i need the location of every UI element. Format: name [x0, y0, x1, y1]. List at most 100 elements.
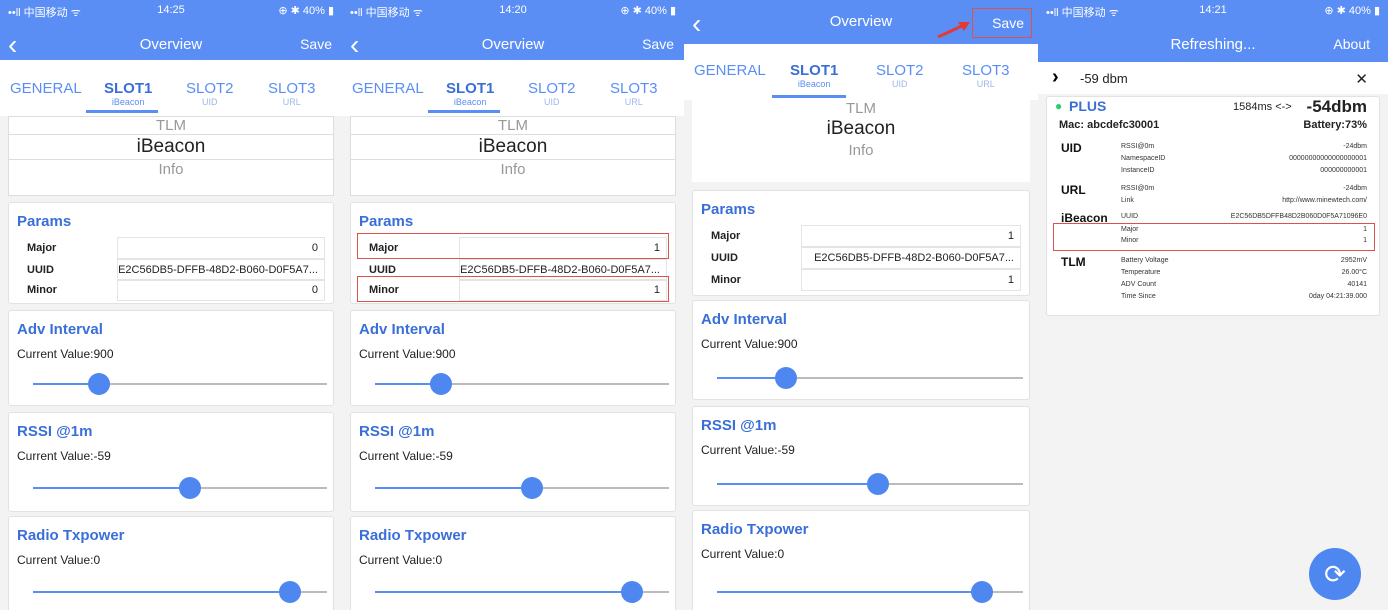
rssi-slider-fill [33, 487, 191, 489]
adv-slider-knob[interactable] [430, 373, 452, 395]
params-card: Params Major 0 UUID E2C56DB5-DFFB-48D2-B… [8, 202, 334, 304]
tab-label: SLOT1 [446, 80, 495, 97]
adv-interval-value: Current Value:900 [701, 337, 798, 351]
tab-general[interactable]: GENERAL [352, 80, 424, 97]
rssi-card: RSSI @1m Current Value:-59 [8, 412, 334, 512]
frame-option-ibeacon[interactable]: iBeacon [9, 135, 333, 160]
tab-slot1[interactable]: SLOT1 iBeacon [790, 62, 838, 89]
screen-4-scanner: ••ll 中国移动 ᯤ 14:21 ⊕ ✱ 40% ▮ Refreshing..… [1038, 0, 1388, 610]
tab-sublabel: iBeacon [797, 79, 831, 89]
tab-slot2[interactable]: SLOT2 UID [528, 80, 576, 107]
txpower-card: Radio Txpower Current Value:0 [8, 516, 334, 610]
rssi-title: RSSI @1m [359, 423, 435, 440]
rssi-slider-knob[interactable] [867, 473, 889, 495]
major-row: Major 0 [17, 237, 325, 259]
close-icon[interactable]: ✕ [1355, 70, 1368, 88]
uid-row-label: NamespaceID [1121, 155, 1166, 162]
battery-indicator: ⊕ ✱ 40% ▮ [278, 5, 334, 17]
adv-interval-value: Current Value:900 [17, 347, 114, 361]
minor-field[interactable]: 0 [117, 279, 325, 301]
status-bar: ••ll 中国移动 ᯤ 14:25 ⊕ ✱ 40% ▮ [0, 0, 342, 20]
adv-slider-knob[interactable] [88, 373, 110, 395]
frame-option-tlm[interactable]: TLM [692, 100, 1030, 117]
about-button[interactable]: About [1333, 36, 1370, 52]
url-row-label: Link [1121, 197, 1134, 204]
filter-value: -59 dbm [1080, 71, 1128, 86]
rssi-value: Current Value:-59 [701, 443, 795, 457]
save-button[interactable]: Save [300, 36, 332, 52]
uuid-label: UUID [27, 264, 54, 276]
tab-sublabel: iBeacon [111, 97, 145, 107]
tab-slot3[interactable]: SLOT3 URL [268, 80, 316, 107]
battery-indicator: ⊕ ✱ 40% ▮ [1324, 5, 1380, 17]
tab-label: SLOT2 [186, 80, 234, 97]
status-bar: ••ll 中国移动 ᯤ 14:21 ⊕ ✱ 40% ▮ [1038, 0, 1388, 20]
frame-option-info[interactable]: Info [692, 141, 1030, 161]
save-button[interactable]: Save [642, 36, 674, 52]
params-title: Params [17, 213, 72, 230]
tx-slider-knob[interactable] [971, 581, 993, 603]
uuid-field[interactable]: E2C56DB5-DFFB-48D2-B060-D0F5A7... [801, 247, 1021, 269]
battery-level: Battery:73% [1303, 119, 1367, 131]
url-section-label: URL [1061, 183, 1086, 197]
device-rssi: -54dbm [1306, 97, 1367, 116]
uid-row-label: RSSI@0m [1121, 143, 1155, 150]
minor-field[interactable]: 1 [801, 269, 1021, 291]
tab-label: SLOT3 [962, 62, 1010, 79]
adv-slider-knob[interactable] [775, 367, 797, 389]
tlm-section-label: TLM [1061, 255, 1086, 269]
tlm-row-label: Time Since [1121, 293, 1156, 300]
frame-option-tlm[interactable]: TLM [9, 117, 333, 135]
major-label: Major [711, 230, 741, 242]
tab-slot2[interactable]: SLOT2 UID [876, 62, 924, 89]
screen-2: ••ll 中国移动 ᯤ 14:20 ⊕ ✱ 40% ▮ ‹ Overview S… [342, 0, 684, 610]
major-label: Major [27, 242, 57, 254]
tx-slider-knob[interactable] [279, 581, 301, 603]
frame-type-picker[interactable]: TLM iBeacon Info [350, 116, 676, 196]
chevron-right-icon[interactable]: › [1052, 66, 1059, 89]
tab-indicator [86, 110, 158, 113]
uuid-field[interactable]: E2C56DB5-DFFB-48D2-B060-D0F5A7... [117, 259, 325, 281]
frame-option-ibeacon[interactable]: iBeacon [351, 135, 675, 160]
rssi-slider-knob[interactable] [179, 477, 201, 499]
tab-sublabel: URL [282, 97, 301, 107]
frame-option-tlm[interactable]: TLM [351, 117, 675, 135]
tab-slot2[interactable]: SLOT2 UID [186, 80, 234, 107]
device-card[interactable]: ● PLUS 1584ms <-> -54dbm Mac: abcdefc300… [1046, 96, 1380, 316]
rssi-filter-bar[interactable]: › -59 dbm ✕ [1038, 62, 1388, 94]
rssi-title: RSSI @1m [701, 417, 777, 434]
tab-slot1[interactable]: SLOT1 iBeacon [104, 80, 152, 107]
tab-slot3[interactable]: SLOT3 URL [610, 80, 658, 107]
minor-row: Minor 0 [17, 279, 325, 301]
minor-label: Minor [27, 284, 57, 296]
ibeacon-row-value: E2C56DB5DFFB48D2B060D0F5A71096E0 [1230, 213, 1367, 220]
adv-interval-value: Current Value:900 [359, 347, 456, 361]
frame-type-picker[interactable]: TLM iBeacon Info [692, 100, 1030, 182]
frame-option-info[interactable]: Info [351, 160, 675, 180]
txpower-card: Radio Txpower Current Value:0 [350, 516, 676, 610]
major-field[interactable]: 1 [801, 225, 1021, 247]
uuid-row: UUID E2C56DB5-DFFB-48D2-B060-D0F5A7... [701, 247, 1021, 269]
txpower-value: Current Value:0 [17, 553, 101, 567]
uid-row-label: InstanceID [1121, 167, 1155, 174]
tab-slot1[interactable]: SLOT1 iBeacon [446, 80, 494, 107]
major-highlight-box [357, 233, 669, 259]
rssi-slider-knob[interactable] [521, 477, 543, 499]
frame-option-ibeacon[interactable]: iBeacon [692, 117, 1030, 141]
refresh-icon[interactable]: ⟳ [1309, 548, 1361, 600]
screen-3: ‹ Overview Save GENERAL SLOT1 iBeacon SL… [684, 0, 1038, 610]
tx-slider-knob[interactable] [621, 581, 643, 603]
tab-sublabel: UID [544, 97, 560, 107]
tab-sublabel: URL [624, 97, 643, 107]
frame-option-info[interactable]: Info [9, 160, 333, 180]
minor-highlight-box [357, 276, 669, 302]
slot-tabs: GENERAL SLOT1 iBeacon SLOT2 UID SLOT3 UR… [0, 60, 342, 116]
frame-type-picker[interactable]: TLM iBeacon Info [8, 116, 334, 196]
tab-general[interactable]: GENERAL [10, 80, 82, 97]
minor-label: Minor [711, 274, 741, 286]
tab-slot3[interactable]: SLOT3 URL [962, 62, 1010, 89]
rssi-value: Current Value:-59 [359, 449, 453, 463]
major-field[interactable]: 0 [117, 237, 325, 259]
minor-row: Minor 1 [701, 269, 1021, 291]
tab-general[interactable]: GENERAL [694, 62, 766, 79]
